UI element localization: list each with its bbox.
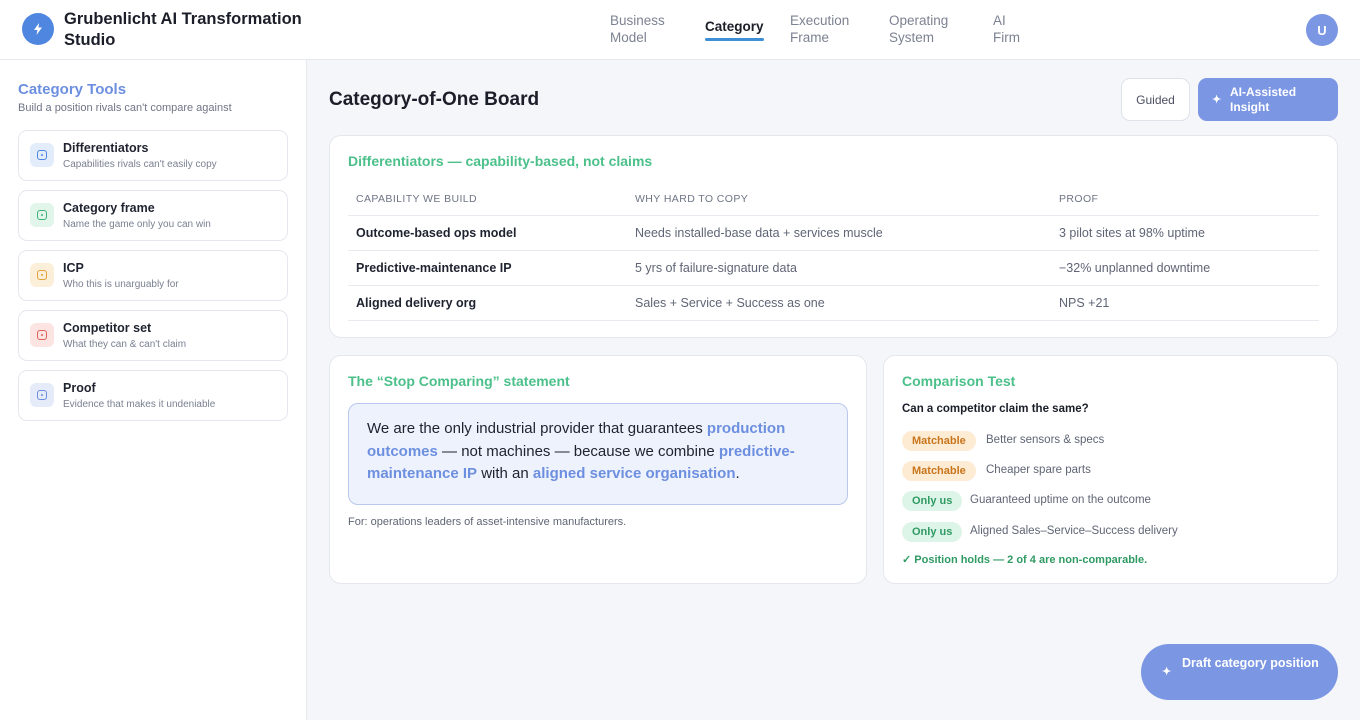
- tool-desc: Name the game only you can win: [63, 219, 211, 230]
- tool-desc: What they can & can't claim: [63, 339, 187, 350]
- tool-name: Differentiators: [63, 141, 149, 155]
- user-avatar[interactable]: U: [1306, 14, 1338, 46]
- category-frame-icon: [30, 203, 54, 227]
- sparkle-icon: ✦: [1212, 94, 1222, 106]
- page-title: Category-of-One Board: [329, 89, 540, 110]
- comparison-verdict: ✓ Position holds — 2 of 4 are non-compar…: [902, 554, 1148, 566]
- differentiators-card: Differentiators — capability-based, not …: [329, 135, 1338, 338]
- table-cell: Sales + Service + Success as one: [635, 296, 825, 310]
- divider: [348, 320, 1319, 321]
- comparison-item: Better sensors & specs: [986, 434, 1105, 446]
- status-badge: Only us: [902, 522, 963, 542]
- nav-tab-execution-frame[interactable]: Execution Frame: [790, 12, 849, 46]
- statement-card: The “Stop Comparing” statement We are th…: [329, 355, 867, 584]
- table-cell: −32% unplanned downtime: [1059, 261, 1211, 275]
- status-badge: Matchable: [902, 461, 976, 481]
- tool-competitor-set[interactable]: Competitor set What they can & can't cla…: [18, 310, 288, 361]
- column-header: WHY HARD TO COPY: [635, 193, 749, 205]
- table-cell: Predictive-maintenance IP: [356, 261, 512, 275]
- table-cell: 3 pilot sites at 98% uptime: [1059, 226, 1205, 240]
- tool-proof[interactable]: Proof Evidence that makes it undeniable: [18, 370, 288, 421]
- tool-desc: Who this is unarguably for: [63, 279, 179, 290]
- top-bar: Grubenlicht AI Transformation Studio Bus…: [0, 0, 1360, 60]
- comparison-item: Aligned Sales–Service–Success delivery: [970, 525, 1178, 537]
- tool-differentiators[interactable]: Differentiators Capabilities rivals can'…: [18, 130, 288, 181]
- tool-name: ICP: [63, 261, 84, 275]
- tool-name: Competitor set: [63, 321, 152, 335]
- icp-icon: [30, 263, 54, 287]
- column-header: PROOF: [1059, 193, 1099, 205]
- comparison-title: Comparison Test: [902, 373, 1016, 389]
- fab-label: Draft category position: [1182, 656, 1319, 670]
- table-cell: 5 yrs of failure-signature data: [635, 261, 797, 275]
- tool-name: Proof: [63, 381, 96, 395]
- divider: [348, 250, 1319, 251]
- table-cell: Needs installed-base data + services mus…: [635, 226, 883, 240]
- comparison-card: Comparison Test Can a competitor claim t…: [883, 355, 1338, 584]
- tool-desc: Evidence that makes it undeniable: [63, 399, 216, 410]
- draft-category-position-button[interactable]: ✦ Draft category position: [1141, 644, 1338, 700]
- status-badge: Matchable: [902, 431, 976, 451]
- guided-button[interactable]: Guided: [1121, 78, 1190, 121]
- divider: [348, 215, 1319, 216]
- nav-tab-operating-system[interactable]: Operating System: [889, 12, 948, 46]
- ai-assisted-insight-button[interactable]: ✦ AI-Assisted Insight: [1198, 78, 1338, 121]
- differentiators-title: Differentiators — capability-based, not …: [348, 153, 653, 169]
- comparison-question: Can a competitor claim the same?: [902, 403, 1089, 415]
- tool-category-frame[interactable]: Category frame Name the game only you ca…: [18, 190, 288, 241]
- divider: [348, 285, 1319, 286]
- audience-note: For: operations leaders of asset-intensi…: [348, 516, 627, 528]
- tool-name: Category frame: [63, 201, 155, 215]
- comparison-item: Guaranteed uptime on the outcome: [970, 494, 1151, 506]
- sparkle-icon: ✦: [1162, 666, 1172, 678]
- nav-tab-category[interactable]: Category: [705, 18, 764, 41]
- nav-tab-ai-firm[interactable]: AI Firm: [993, 12, 1020, 46]
- ai-button-label: AI-Assisted Insight: [1230, 85, 1297, 114]
- statement-title: The “Stop Comparing” statement: [348, 373, 570, 389]
- column-header: CAPABILITY WE BUILD: [356, 193, 477, 205]
- differentiators-icon: [30, 143, 54, 167]
- tool-desc: Capabilities rivals can't easily copy: [63, 159, 217, 170]
- status-badge: Only us: [902, 491, 963, 511]
- proof-icon: [30, 383, 54, 407]
- stop-comparing-statement: We are the only industrial provider that…: [348, 403, 848, 505]
- lightning-bolt-icon[interactable]: [22, 13, 54, 45]
- table-cell: Aligned delivery org: [356, 296, 477, 310]
- table-cell: NPS +21: [1059, 296, 1110, 310]
- competitor-set-icon: [30, 323, 54, 347]
- table-cell: Outcome-based ops model: [356, 226, 517, 240]
- sidebar-subtitle: Build a position rivals can't compare ag…: [18, 102, 232, 114]
- tool-icp[interactable]: ICP Who this is unarguably for: [18, 250, 288, 301]
- comparison-item: Cheaper spare parts: [986, 464, 1091, 476]
- sidebar: Category Tools Build a position rivals c…: [0, 60, 307, 720]
- app-title: Grubenlicht AI Transformation Studio: [64, 10, 302, 49]
- sidebar-title: Category Tools: [18, 81, 127, 98]
- nav-tab-business-model[interactable]: Business Model: [610, 12, 665, 46]
